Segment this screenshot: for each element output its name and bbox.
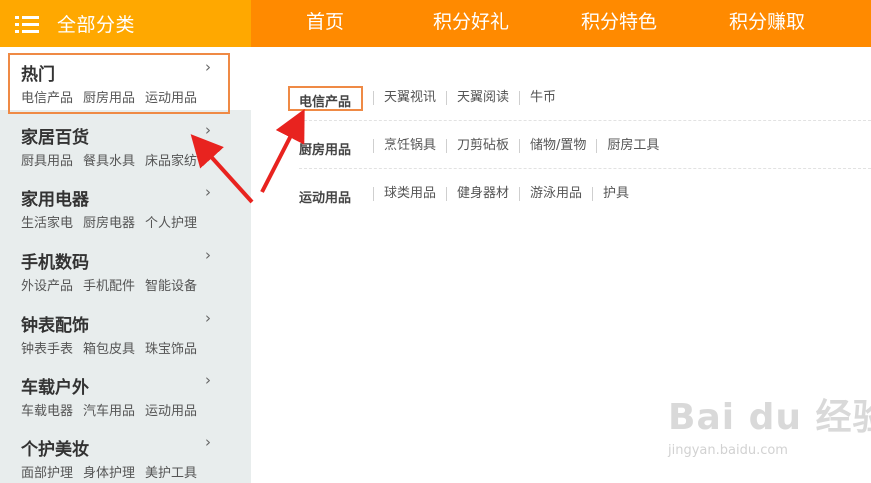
chevron-right-icon: › [205,309,211,327]
chevron-right-icon: › [205,433,211,451]
category-subs: 钟表手表 箱包皮具 珠宝饰品 [21,338,237,357]
watermark-url: jingyan.baidu.com [668,443,788,458]
panel-item[interactable]: 烹饪锅具 [373,139,446,153]
panel-row-items: 天翼视讯 天翼阅读 牛币 [373,91,566,105]
category-home-goods[interactable]: 家居百货 › 厨具用品 餐具水具 床品家纺 [0,110,251,173]
category-name: 手机数码 [21,253,89,273]
nav-points-features[interactable]: 积分特色 [581,0,657,44]
panel-item[interactable]: 天翼视讯 [373,91,446,105]
category-appliances[interactable]: 家用电器 › 生活家电 厨房电器 个人护理 [0,172,251,235]
panel-item[interactable]: 健身器材 [446,187,519,201]
all-categories-header[interactable]: 全部分类 [0,0,251,47]
panel-item[interactable]: 储物/置物 [519,139,596,153]
category-name: 个护美妆 [21,440,89,460]
category-subs: 车载电器 汽车用品 运动用品 [21,400,237,419]
telecom-label-highlight [288,86,363,111]
nav-points-gifts[interactable]: 积分好礼 [433,0,509,44]
panel-item[interactable]: 天翼阅读 [446,91,519,105]
category-subs: 生活家电 厨房电器 个人护理 [21,212,237,231]
category-subs: 面部护理 身体护理 美护工具 [21,462,237,481]
all-categories-title: 全部分类 [57,14,136,36]
panel-row-kitchen: 厨房用品 烹饪锅具 刀剪砧板 储物/置物 厨房工具 [299,139,871,169]
sub-link[interactable]: 智能设备 [145,279,197,294]
sub-link[interactable]: 厨具用品 [21,154,73,169]
panel-row-items: 球类用品 健身器材 游泳用品 护具 [373,187,639,201]
sub-link[interactable]: 珠宝饰品 [145,342,197,357]
chevron-right-icon: › [205,246,211,264]
sub-link[interactable]: 车载电器 [21,404,73,419]
sub-link[interactable]: 身体护理 [83,466,135,481]
sub-link[interactable]: 面部护理 [21,466,73,481]
category-name: 钟表配饰 [21,316,89,336]
sub-link[interactable]: 床品家纺 [145,154,197,169]
panel-row-label[interactable]: 厨房用品 [299,139,351,158]
panel-row-label[interactable]: 运动用品 [299,187,351,206]
panel-item[interactable]: 球类用品 [373,187,446,201]
panel-row-sports: 运动用品 球类用品 健身器材 游泳用品 护具 [299,187,871,217]
baidu-jingyan-watermark: Bai du 经验 jingyan.baidu.com [668,388,871,468]
panel-item[interactable]: 游泳用品 [519,187,592,201]
sub-link[interactable]: 手机配件 [83,279,135,294]
panel-item[interactable]: 刀剪砧板 [446,139,519,153]
category-name: 家用电器 [21,190,89,210]
sub-link[interactable]: 运动用品 [145,404,197,419]
panel-item[interactable]: 牛币 [519,91,566,105]
category-subs: 外设产品 手机配件 智能设备 [21,275,237,294]
sub-link[interactable]: 箱包皮具 [83,342,135,357]
sub-link[interactable]: 厨房电器 [83,216,135,231]
sub-link[interactable]: 汽车用品 [83,404,135,419]
watermark-logo: Bai du 经验 [668,397,871,438]
category-subs: 厨具用品 餐具水具 床品家纺 [21,150,237,169]
panel-row-items: 烹饪锅具 刀剪砧板 储物/置物 厨房工具 [373,139,669,153]
list-menu-icon [15,15,39,33]
chevron-right-icon: › [205,121,211,139]
chevron-right-icon: › [205,183,211,201]
sub-link[interactable]: 外设产品 [21,279,73,294]
nav-home[interactable]: 首页 [306,0,344,44]
panel-item[interactable]: 护具 [592,187,639,201]
nav-points-earn[interactable]: 积分赚取 [729,0,805,44]
category-watches[interactable]: 钟表配饰 › 钟表手表 箱包皮具 珠宝饰品 [0,298,251,361]
chevron-right-icon: › [205,371,211,389]
hot-category-highlight [8,53,230,114]
category-car-outdoor[interactable]: 车载户外 › 车载电器 汽车用品 运动用品 [0,360,251,423]
category-name: 车载户外 [21,378,89,398]
sub-link[interactable]: 钟表手表 [21,342,73,357]
panel-item[interactable]: 厨房工具 [596,139,669,153]
sub-link[interactable]: 个人护理 [145,216,197,231]
category-digital[interactable]: 手机数码 › 外设产品 手机配件 智能设备 [0,235,251,298]
category-name: 家居百货 [21,128,89,148]
sub-link[interactable]: 生活家电 [21,216,73,231]
category-beauty[interactable]: 个护美妆 › 面部护理 身体护理 美护工具 [0,422,251,483]
panel-row-telecom: 电信产品 天翼视讯 天翼阅读 牛币 [299,91,871,121]
sub-link[interactable]: 餐具水具 [83,154,135,169]
sub-link[interactable]: 美护工具 [145,466,197,481]
